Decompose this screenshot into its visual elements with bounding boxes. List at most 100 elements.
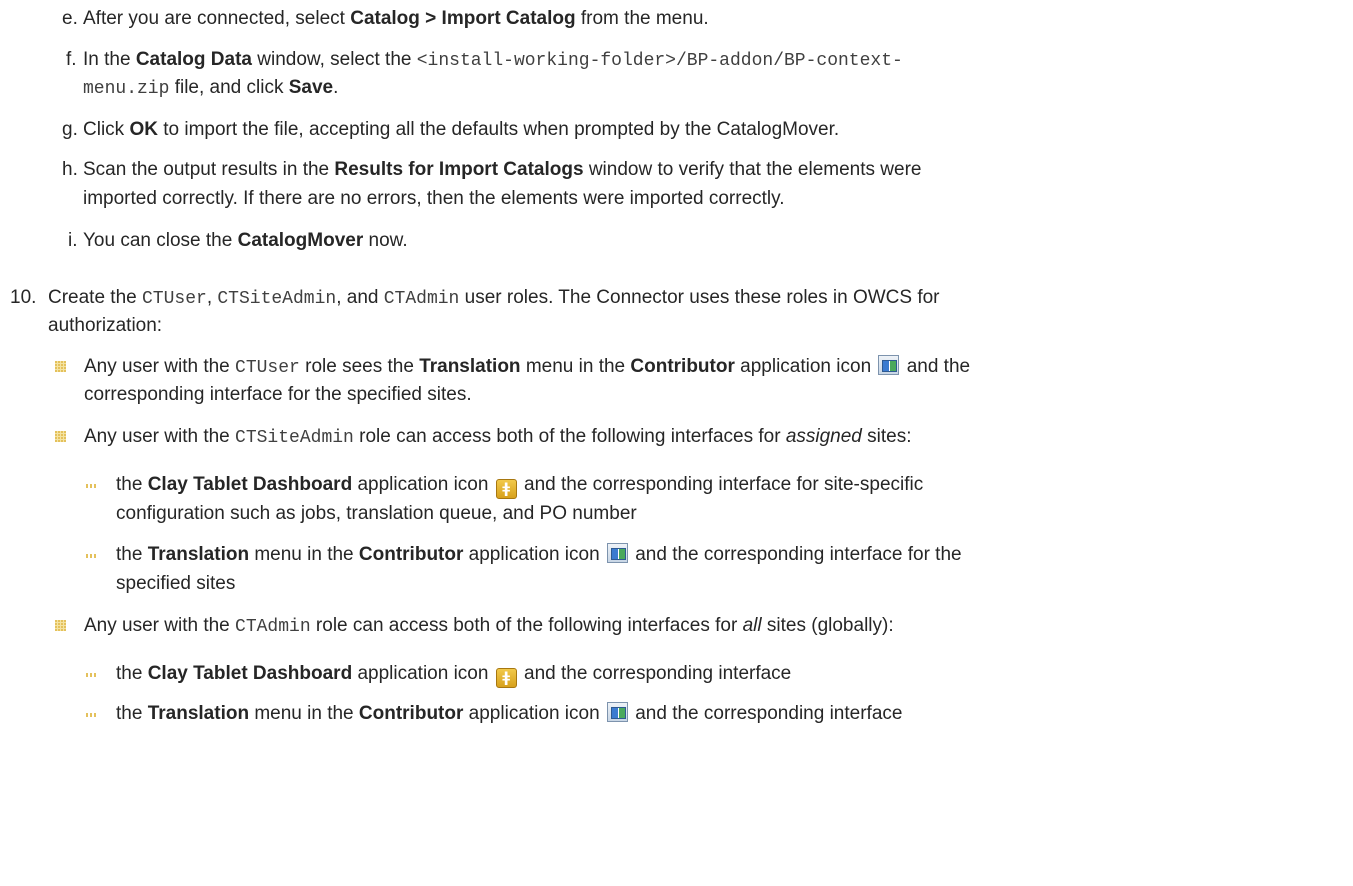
step-i-marker: i. [68, 230, 78, 251]
step-h-window-name: Results for Import Catalogs [334, 159, 584, 180]
step-g-text-2: to import the file, accepting all the de… [157, 119, 840, 140]
ctuser-text-4: application icon [734, 356, 877, 377]
bullet-square-icon [55, 620, 66, 631]
sub-bullet-icon [86, 484, 97, 488]
ctadmin-sub2-text-1: the [116, 703, 148, 724]
ctadmin-text-3: sites (globally): [761, 615, 894, 636]
step-h-text-2: window to verify that the elements were [583, 159, 922, 180]
ctsiteadmin-text-1: Any user with the [84, 426, 236, 447]
sub2-text-2: menu in the [249, 544, 359, 565]
step-f-window-name: Catalog Data [135, 49, 252, 70]
sub2-text-4: and the corresponding interface for the [629, 544, 962, 565]
step-10-text-3: , and [336, 287, 384, 308]
ctuser-text-5: and the [901, 356, 971, 377]
ctadmin-sub2-text-4: and the corresponding interface [629, 703, 903, 724]
step-h-marker: h. [62, 159, 78, 180]
ctadmin-sub2-line: the Translation menu in the Contributor … [116, 699, 902, 728]
clay-tablet-dashboard-icon: ǂ [495, 479, 517, 499]
step-e-text-2: from the menu. [575, 8, 709, 29]
ctadmin-sub1-text-1: the [116, 663, 148, 684]
translation-label: Translation [147, 703, 250, 724]
ctsiteadmin-sub1-line-1: the Clay Tablet Dashboard application ic… [116, 470, 923, 499]
ctadmin-sub1-line: the Clay Tablet Dashboard application ic… [116, 659, 791, 688]
step-g-text-1: Click [83, 119, 130, 140]
ctadmin-role-code: CTAdmin [383, 289, 460, 309]
step-h-line-2: imported correctly. If there are no erro… [83, 188, 785, 209]
sub-bullet-icon [86, 554, 97, 558]
step-10-text-1: Create the [48, 287, 142, 308]
ctadmin-sub1-text-3: and the corresponding interface [518, 663, 792, 684]
step-10-text-4: user roles. The Connector uses these rol… [459, 287, 940, 308]
ctuser-role-code: CTUser [142, 289, 207, 309]
step-f-path-code: <install-working-folder>/BP-addon/BP-con… [416, 51, 903, 71]
step-f-text-4: . [333, 77, 339, 98]
contributor-label: Contributor [358, 703, 464, 724]
step-f-text-3: file, and click [169, 77, 289, 98]
step-i-text-2: now. [363, 230, 408, 251]
step-f-save-label: Save [288, 77, 334, 98]
sub1-text-1: the [116, 474, 148, 495]
ctsiteadmin-sub2-line-2: specified sites [116, 573, 236, 594]
ctadmin-text-2: role can access both of the following in… [310, 615, 743, 636]
sub1-text-3: and the corresponding interface for site… [518, 474, 924, 495]
bullet-square-icon [55, 361, 66, 372]
contributor-app-icon [606, 702, 628, 722]
contributor-app-icon [878, 355, 900, 375]
step-10-line-2: authorization: [48, 315, 163, 336]
step-10-line-1: Create the CTUser, CTSiteAdmin, and CTAd… [48, 283, 940, 314]
sub2-text-3: application icon [463, 544, 605, 565]
sub-bullet-icon [86, 673, 97, 677]
step-f-marker: f. [66, 49, 77, 70]
bullet-square-icon [55, 431, 66, 442]
ctuser-bullet-line-2: corresponding interface for the specifie… [84, 384, 472, 405]
sub2-text-1: the [116, 544, 148, 565]
ctadmin-bullet-line: Any user with the CTAdmin role can acces… [84, 611, 894, 642]
ctadmin-sub2-text-2: menu in the [249, 703, 359, 724]
step-10-text-2: , [206, 287, 218, 308]
contributor-app-icon [606, 543, 628, 563]
step-f-text-1: In the [83, 49, 136, 70]
ctadmin-text-1: Any user with the [84, 615, 236, 636]
clay-tablet-dashboard-label: Clay Tablet Dashboard [147, 474, 353, 495]
step-e-text-1: After you are connected, select [83, 8, 351, 29]
translation-label: Translation [419, 356, 521, 377]
ctuser-bullet-line-1: Any user with the CTUser role sees the T… [84, 352, 970, 383]
ctsiteadmin-sub2-line-1: the Translation menu in the Contributor … [116, 540, 962, 569]
ctuser-role-code: CTUser [235, 358, 300, 378]
contributor-label: Contributor [630, 356, 735, 377]
step-10-marker: 10. [10, 287, 37, 308]
clay-tablet-dashboard-label: Clay Tablet Dashboard [147, 663, 353, 684]
step-e-marker: e. [62, 8, 78, 29]
step-g-ok-label: OK [129, 119, 158, 140]
step-g-text: Click OK to import the file, accepting a… [83, 115, 839, 144]
ctsiteadmin-role-code: CTSiteAdmin [217, 289, 337, 309]
sub-bullet-icon [86, 713, 97, 717]
step-h-line-1: Scan the output results in the Results f… [83, 155, 921, 184]
ctsiteadmin-sub1-line-2: configuration such as jobs, translation … [116, 503, 637, 524]
ctuser-text-3: menu in the [520, 356, 631, 377]
step-h-text-1: Scan the output results in the [83, 159, 335, 180]
step-i-text-1: You can close the [83, 230, 238, 251]
ctadmin-role-code: CTAdmin [235, 617, 311, 637]
ctsiteadmin-text-2: role can access both of the following in… [353, 426, 786, 447]
step-e-text: After you are connected, select Catalog … [83, 4, 709, 33]
step-i-text: You can close the CatalogMover now. [83, 226, 408, 255]
contributor-label: Contributor [358, 544, 464, 565]
step-i-catalogmover-label: CatalogMover [237, 230, 364, 251]
ctsiteadmin-text-3: sites: [861, 426, 912, 447]
step-f-line-2: menu.zip file, and click Save. [83, 73, 338, 104]
ctsiteadmin-bullet-line: Any user with the CTSiteAdmin role can a… [84, 422, 912, 453]
ctuser-text-1: Any user with the [84, 356, 236, 377]
all-emphasis: all [742, 615, 762, 636]
step-g-marker: g. [62, 119, 78, 140]
clay-tablet-dashboard-icon: ǂ [495, 668, 517, 688]
ctsiteadmin-role-code: CTSiteAdmin [235, 428, 354, 448]
step-f-text-2: window, select the [251, 49, 417, 70]
step-f-line-1: In the Catalog Data window, select the <… [83, 45, 903, 76]
ctadmin-sub1-text-2: application icon [352, 663, 494, 684]
step-e-menu-path: Catalog > Import Catalog [350, 8, 576, 29]
translation-label: Translation [147, 544, 250, 565]
sub1-text-2: application icon [352, 474, 494, 495]
ctadmin-sub2-text-3: application icon [463, 703, 605, 724]
assigned-emphasis: assigned [785, 426, 862, 447]
